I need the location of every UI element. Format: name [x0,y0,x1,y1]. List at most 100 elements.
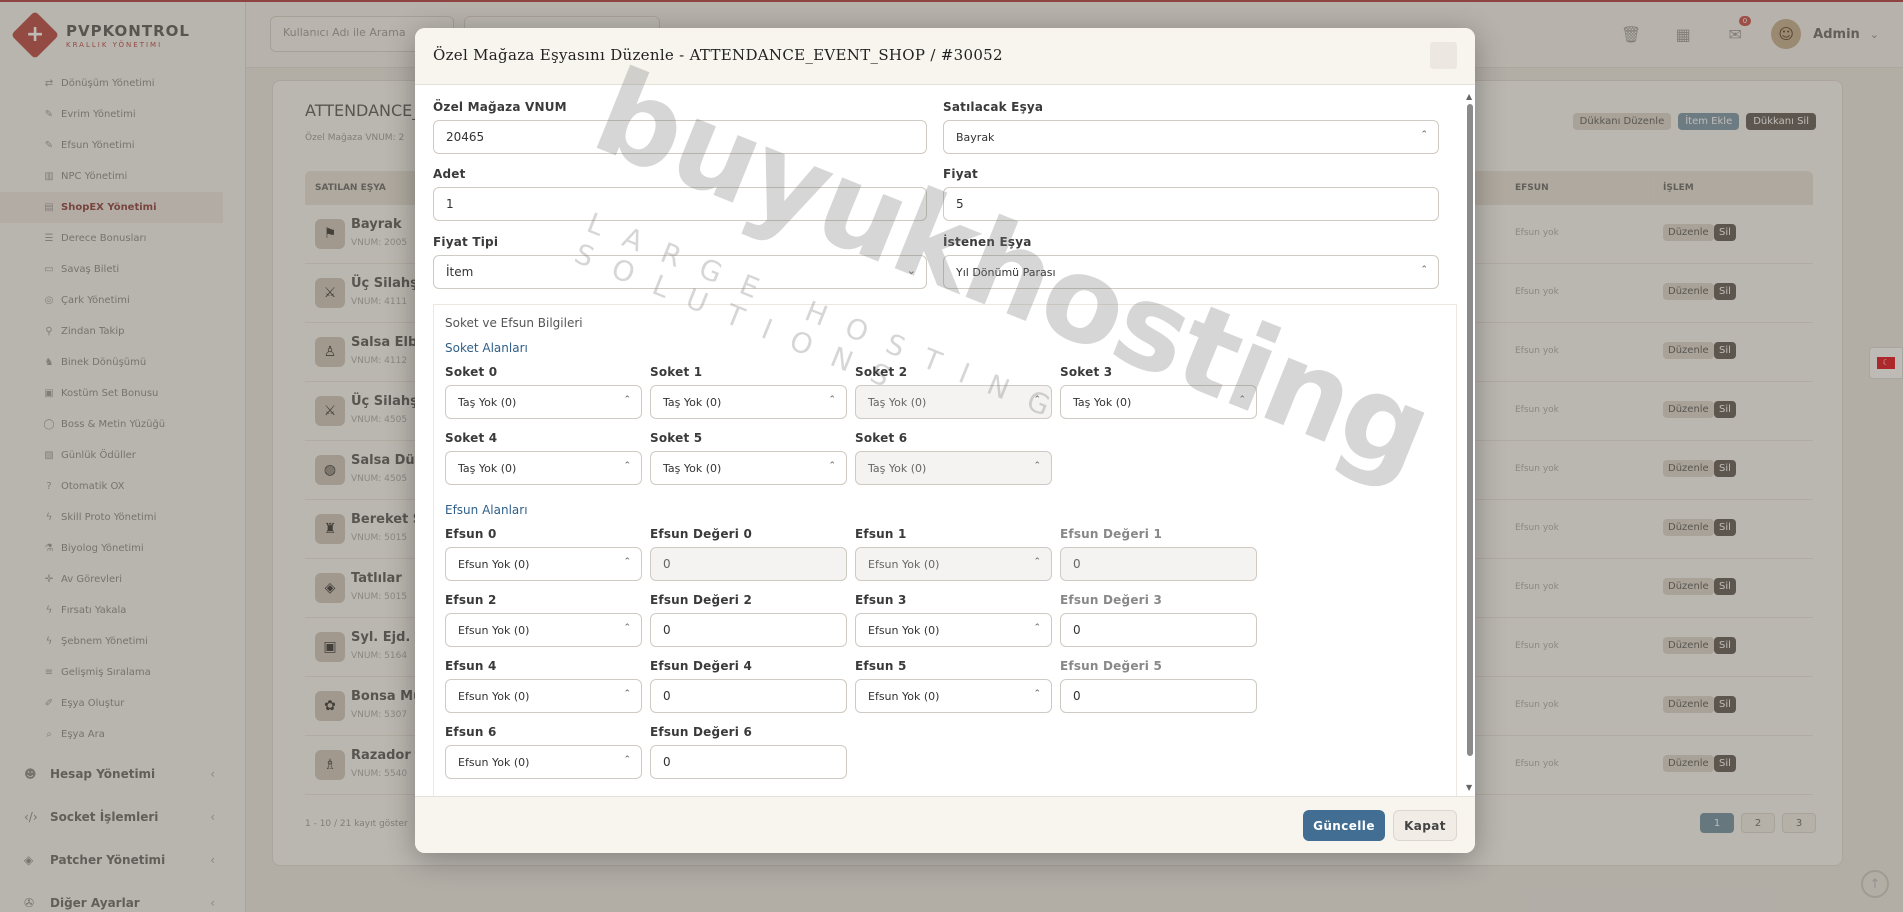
efsun-select-value: Efsun Yok (0) [868,623,940,637]
chevron-down-icon: ⌃ [1420,130,1428,140]
price-input[interactable]: 5 [943,187,1439,221]
socket-label: Soket 2 [855,365,908,379]
efsun-label: Efsun 6 [445,725,497,739]
efsun-select-value: Efsun Yok (0) [868,689,940,703]
modal-body: Özel Mağaza VNUM 20465 Satılacak Eşya Ba… [415,86,1475,796]
socket-select-value: Taş Yok (0) [458,395,517,409]
item-label: Satılacak Eşya [943,100,1044,114]
socket-label: Soket 1 [650,365,703,379]
chevron-down-icon: ⌃ [623,395,631,405]
efsun-value-input[interactable]: 0 [1060,679,1257,713]
efsun-label: Efsun 4 [445,659,497,673]
close-icon[interactable] [1430,42,1457,69]
efsun-select[interactable]: Efsun Yok (0) ⌃ [855,679,1052,713]
item-select[interactable]: Bayrak ⌃ [943,120,1439,154]
socket-select-value: Taş Yok (0) [458,461,517,475]
chevron-down-icon: ⌃ [623,461,631,471]
price-type-select[interactable]: İtem ⌄ [433,255,927,289]
close-button[interactable]: Kapat [1393,810,1457,841]
vnum-input[interactable]: 20465 [433,120,927,154]
required-item-label: İstenen Eşya [943,235,1032,249]
socket-select[interactable]: Taş Yok (0) ⌃ [650,451,847,485]
efsun-label: Efsun 0 [445,527,497,541]
chevron-down-icon: ⌃ [623,557,631,567]
efsun-label: Efsun 1 [855,527,907,541]
edit-item-modal: Özel Mağaza Eşyasını Düzenle - ATTENDANC… [415,28,1475,853]
efsun-label: Efsun 5 [855,659,907,673]
socket-select-value: Taş Yok (0) [868,461,927,475]
efsun-select[interactable]: Efsun Yok (0) ⌃ [445,679,642,713]
chevron-down-icon: ⌃ [1238,395,1246,405]
efsun-value-label: Efsun Değeri 4 [650,659,753,673]
efsun-value-label: Efsun Değeri 0 [650,527,753,541]
chevron-down-icon: ⌃ [828,461,836,471]
socket-efsun-section: Soket ve Efsun Bilgileri Soket Alanları … [433,304,1457,796]
efsun-value-input[interactable]: 0 [650,745,847,779]
price-type-label: Fiyat Tipi [433,235,499,249]
required-item-value: Yıl Dönümü Parası [956,265,1056,279]
socket-select-value: Taş Yok (0) [868,395,927,409]
socket-label: Soket 4 [445,431,498,445]
item-select-value: Bayrak [956,130,995,144]
socket-select[interactable]: Taş Yok (0) ⌃ [855,385,1052,419]
efsun-value-label: Efsun Değeri 5 [1060,659,1163,673]
socket-label: Soket 6 [855,431,908,445]
efsun-select[interactable]: Efsun Yok (0) ⌃ [855,547,1052,581]
efsun-select[interactable]: Efsun Yok (0) ⌃ [445,547,642,581]
scrollbar-thumb[interactable] [1467,104,1473,756]
socket-select[interactable]: Taş Yok (0) ⌃ [650,385,847,419]
modal-scrollbar[interactable]: ▲ ▼ [1465,92,1475,792]
efsun-value-input[interactable]: 0 [650,679,847,713]
efsun-value-label: Efsun Değeri 6 [650,725,753,739]
socket-select[interactable]: Taş Yok (0) ⌃ [855,451,1052,485]
scroll-down-icon[interactable]: ▼ [1466,783,1472,792]
price-label: Fiyat [943,167,978,181]
efsun-value-input[interactable]: 0 [1060,547,1257,581]
efsun-value-input[interactable]: 0 [650,613,847,647]
socket-select[interactable]: Taş Yok (0) ⌃ [1060,385,1257,419]
scroll-up-icon[interactable]: ▲ [1466,92,1472,101]
efsun-select[interactable]: Efsun Yok (0) ⌃ [445,613,642,647]
price-type-value: İtem [446,265,474,279]
chevron-down-icon: ⌃ [1033,557,1041,567]
efsun-select-value: Efsun Yok (0) [458,623,530,637]
efsun-value-label: Efsun Değeri 2 [650,593,753,607]
count-input[interactable]: 1 [433,187,927,221]
chevron-down-icon: ⌃ [623,623,631,633]
efsun-select[interactable]: Efsun Yok (0) ⌃ [445,745,642,779]
update-button[interactable]: Güncelle [1303,810,1385,841]
socket-title: Soket Alanları [445,341,528,355]
count-label: Adet [433,167,466,181]
chevron-down-icon: ⌃ [623,755,631,765]
chevron-down-icon: ⌃ [828,395,836,405]
socket-select[interactable]: Taş Yok (0) ⌃ [445,385,642,419]
chevron-down-icon: ⌃ [1033,461,1041,471]
chevron-down-icon: ⌃ [1033,395,1041,405]
chevron-down-icon: ⌃ [1033,689,1041,699]
socket-select-value: Taş Yok (0) [1073,395,1132,409]
efsun-value-input[interactable]: 0 [1060,613,1257,647]
socket-select-value: Taş Yok (0) [663,395,722,409]
socket-label: Soket 3 [1060,365,1113,379]
required-item-select[interactable]: Yıl Dönümü Parası ⌃ [943,255,1439,289]
chevron-down-icon: ⌃ [1420,265,1428,275]
modal-footer: Kapat Güncelle [415,796,1475,853]
socket-label: Soket 5 [650,431,703,445]
socket-label: Soket 0 [445,365,498,379]
efsun-value-input[interactable]: 0 [650,547,847,581]
efsun-label: Efsun 3 [855,593,907,607]
socket-select-value: Taş Yok (0) [663,461,722,475]
socket-select[interactable]: Taş Yok (0) ⌃ [445,451,642,485]
efsun-title: Efsun Alanları [445,503,528,517]
efsun-label: Efsun 2 [445,593,497,607]
efsun-value-label: Efsun Değeri 1 [1060,527,1163,541]
vnum-label: Özel Mağaza VNUM [433,100,567,114]
modal-header: Özel Mağaza Eşyasını Düzenle - ATTENDANC… [415,28,1475,85]
section-title: Soket ve Efsun Bilgileri [445,316,583,330]
efsun-select-value: Efsun Yok (0) [458,557,530,571]
modal-title: Özel Mağaza Eşyasını Düzenle - ATTENDANC… [433,46,1003,64]
efsun-select[interactable]: Efsun Yok (0) ⌃ [855,613,1052,647]
efsun-value-label: Efsun Değeri 3 [1060,593,1163,607]
chevron-down-icon: ⌄ [906,264,916,277]
chevron-down-icon: ⌃ [1033,623,1041,633]
